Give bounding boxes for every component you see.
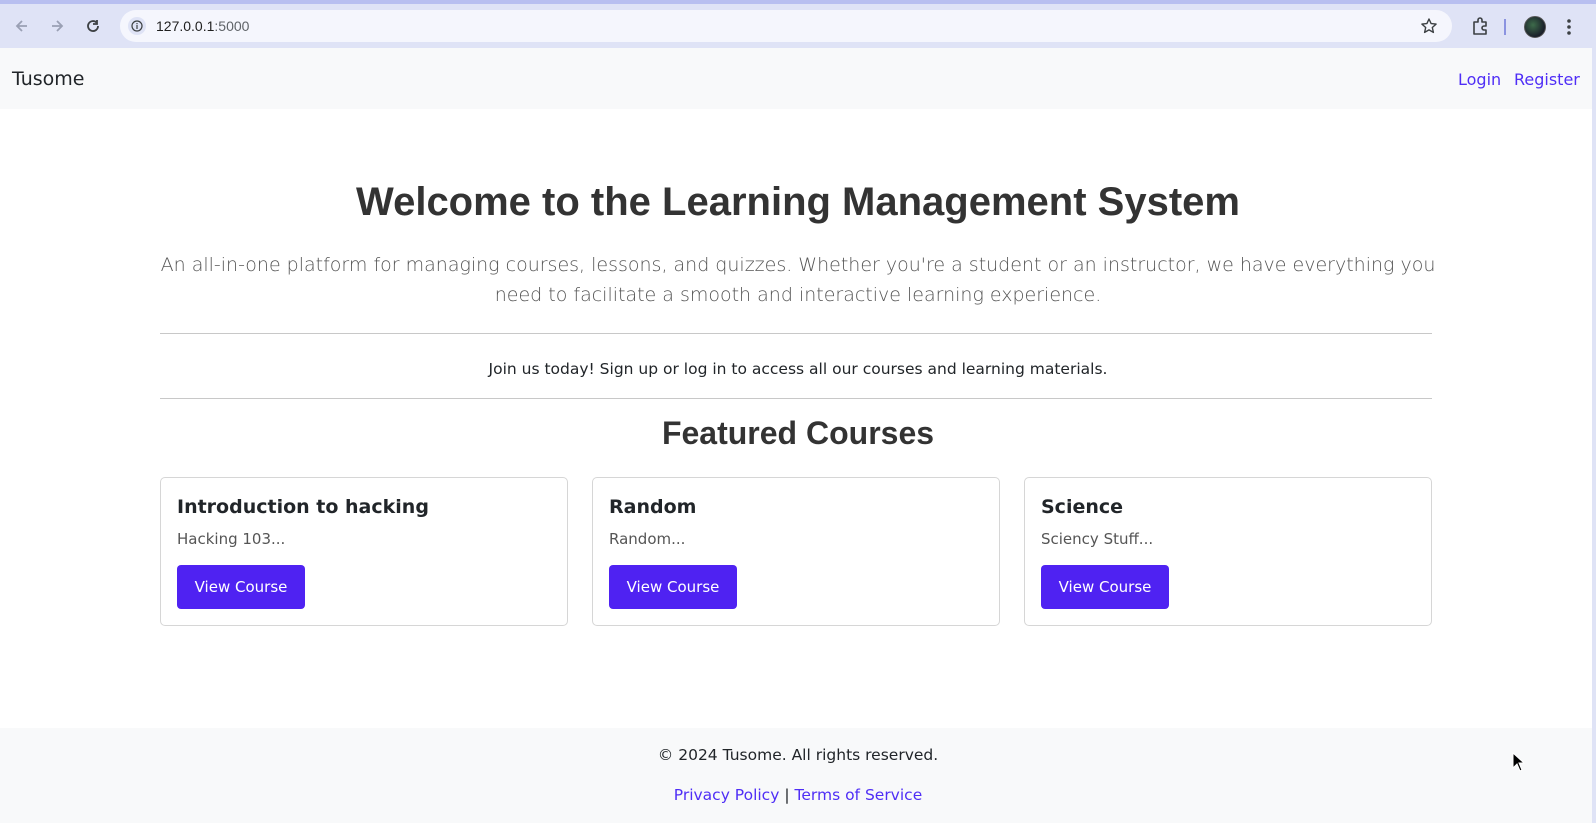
privacy-policy-link[interactable]: Privacy Policy: [674, 786, 780, 804]
course-title: Random: [609, 496, 697, 518]
course-title: Introduction to hacking: [177, 496, 429, 518]
toolbar-divider: [1504, 19, 1506, 35]
hero-lead: An all-in-one platform for managing cour…: [160, 254, 1436, 306]
course-card: Random Random... View Course: [592, 477, 1000, 626]
reload-icon[interactable]: [81, 14, 105, 38]
course-card: Science Sciency Stuff... View Course: [1024, 477, 1432, 626]
scrollbar[interactable]: [1592, 48, 1596, 823]
site-navbar: Tusome Login Register: [0, 48, 1596, 109]
view-course-button[interactable]: View Course: [609, 565, 737, 609]
course-description: Random...: [609, 530, 686, 548]
copyright-text: © 2024 Tusome. All rights reserved.: [657, 746, 939, 764]
divider: [160, 333, 1432, 334]
course-description: Hacking 103...: [177, 530, 286, 548]
course-card: Introduction to hacking Hacking 103... V…: [160, 477, 568, 626]
join-text: Join us today! Sign up or log in to acce…: [488, 360, 1108, 378]
footer-links: Privacy Policy | Terms of Service: [0, 786, 1596, 804]
menu-kebab-icon[interactable]: [1566, 17, 1572, 41]
featured-courses-title: Featured Courses: [661, 415, 935, 451]
browser-toolbar: 127.0.0.1:5000: [0, 0, 1596, 48]
view-course-button[interactable]: View Course: [1041, 565, 1169, 609]
profile-avatar[interactable]: [1524, 16, 1546, 38]
view-course-button[interactable]: View Course: [177, 565, 305, 609]
course-title: Science: [1041, 496, 1124, 518]
bookmark-star-icon[interactable]: [1420, 17, 1438, 39]
footer: © 2024 Tusome. All rights reserved. Priv…: [0, 728, 1596, 823]
terms-of-service-link[interactable]: Terms of Service: [795, 786, 923, 804]
url-host: 127.0.0.1: [156, 18, 215, 34]
register-link[interactable]: Register: [1514, 70, 1580, 89]
url-text[interactable]: 127.0.0.1:5000: [156, 18, 249, 34]
back-arrow-icon[interactable]: [10, 14, 34, 38]
footer-separator: |: [784, 786, 790, 804]
divider: [160, 398, 1432, 399]
brand-logo-text[interactable]: Tusome: [12, 68, 84, 90]
site-info-icon[interactable]: [128, 17, 146, 35]
url-port: :5000: [214, 18, 250, 34]
mouse-cursor-icon: [1512, 751, 1526, 776]
forward-arrow-icon[interactable]: [45, 14, 69, 38]
login-link[interactable]: Login: [1458, 70, 1501, 89]
course-description: Sciency Stuff...: [1041, 530, 1154, 548]
hero-title: Welcome to the Learning Management Syste…: [356, 180, 1240, 224]
extensions-puzzle-icon[interactable]: [1470, 16, 1490, 40]
address-bar[interactable]: 127.0.0.1:5000: [120, 10, 1452, 42]
